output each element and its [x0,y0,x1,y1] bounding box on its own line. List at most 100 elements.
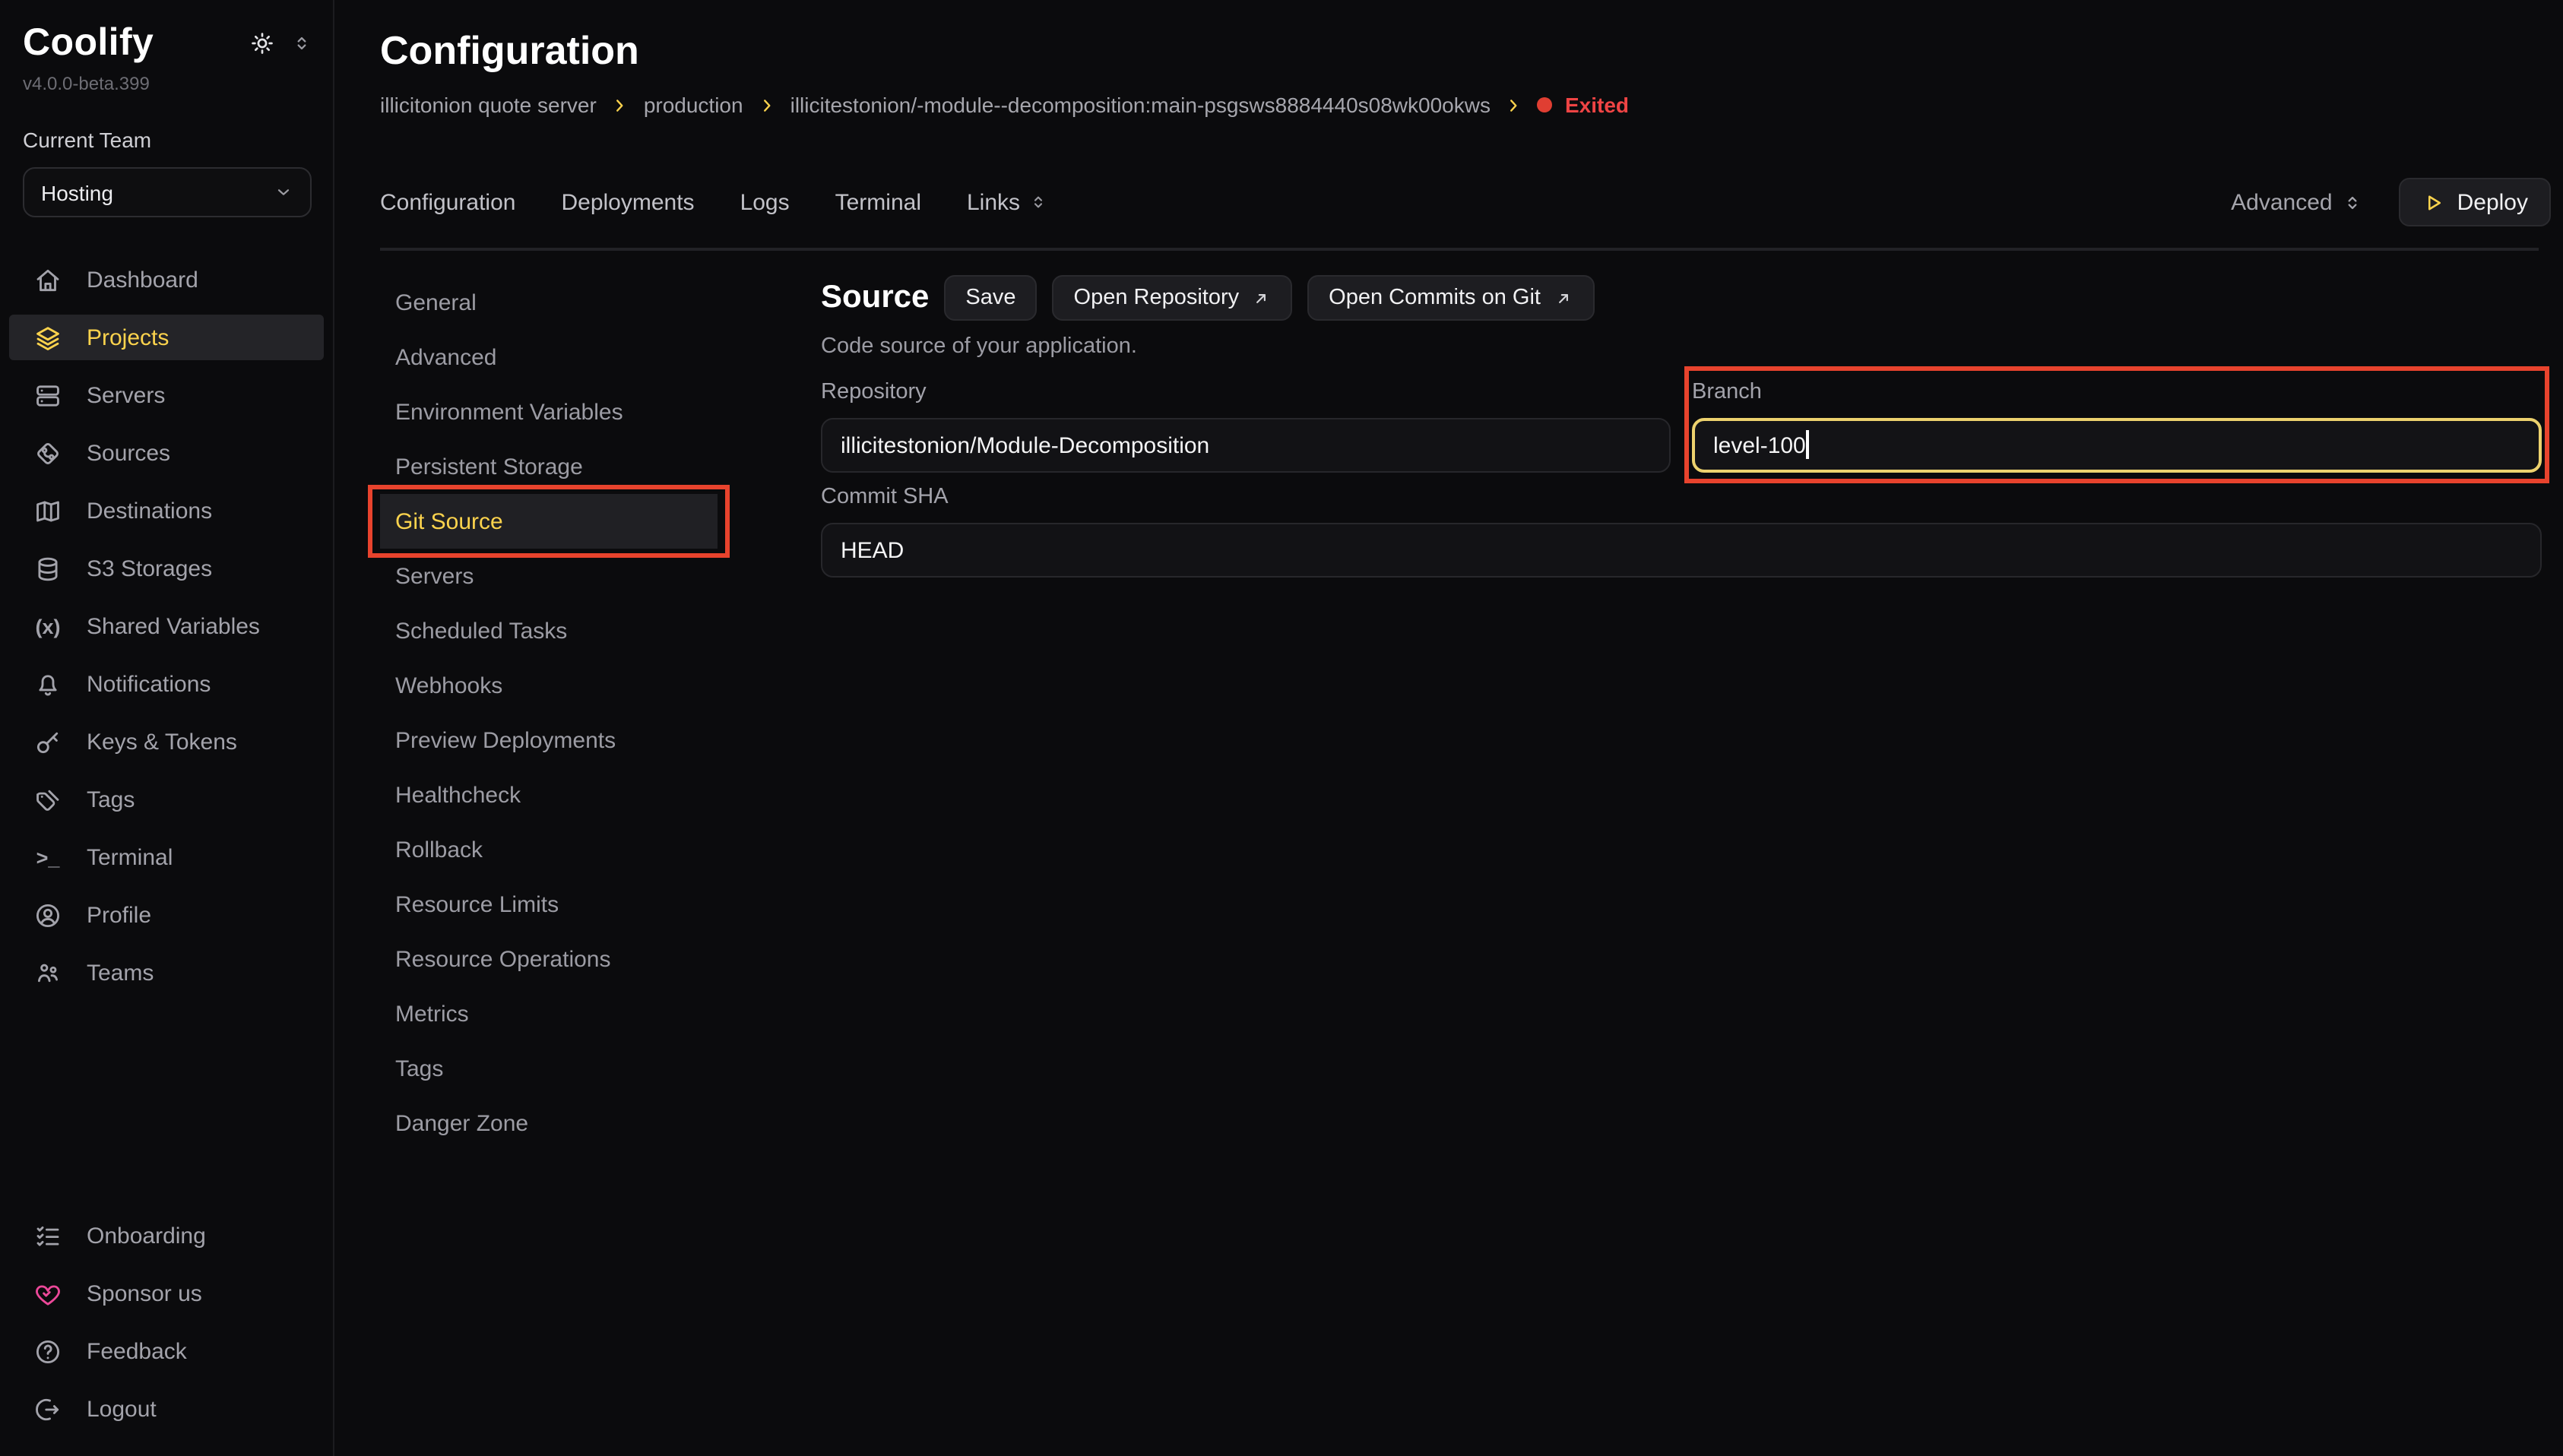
subnav-item-scheduled-tasks[interactable]: Scheduled Tasks [380,603,718,658]
sidebar-item-onboarding[interactable]: Onboarding [23,1213,312,1258]
sidebar-item-sources[interactable]: Sources [23,430,312,476]
coolify-app: Coolify v4.0.0-beta.399 Current Team Hos… [0,0,2563,1456]
sidebar-item-feedback[interactable]: Feedback [23,1328,312,1374]
subnav-item-label: General [395,290,477,315]
subnav-item-danger-zone[interactable]: Danger Zone [380,1096,718,1151]
sidebar-item-teams[interactable]: Teams [23,950,312,995]
sidebar-item-label: Projects [87,324,169,350]
sidebar-item-label: Profile [87,902,151,928]
tabs: Configuration Deployments Logs Terminal Link… [380,189,1047,215]
advanced-dropdown[interactable]: Advanced [2231,189,2362,215]
sidebar-item-label: Shared Variables [87,613,260,639]
key-icon [33,727,62,756]
open-commits-button[interactable]: Open Commits on Git [1307,275,1594,321]
teams-icon [33,958,62,987]
external-link-icon [1251,288,1271,308]
breadcrumb-item[interactable]: illicitestonion/-module--decomposition:m… [790,93,1491,117]
advanced-label: Advanced [2231,189,2332,215]
tab-logs[interactable]: Logs [740,189,790,215]
breadcrumb-item[interactable]: illicitonion quote server [380,93,597,117]
sidebar-item-notifications[interactable]: Notifications [23,661,312,707]
sidebar-item-logout[interactable]: Logout [23,1386,312,1432]
subnav-item-resource-operations[interactable]: Resource Operations [380,932,718,986]
source-panel: Source Save Open Repository Open Commits… [821,275,2551,1151]
theme-sun-icon[interactable] [249,30,275,56]
subnav-item-label: Metrics [395,1001,469,1027]
team-select[interactable]: Hosting [23,167,312,217]
subnav-item-servers[interactable]: Servers [380,549,718,603]
subnav-item-resource-limits[interactable]: Resource Limits [380,877,718,932]
layers-icon [33,323,62,352]
sidebar-item-label: Logout [87,1396,157,1422]
tab-label: Logs [740,189,790,215]
subnav-item-rollback[interactable]: Rollback [380,822,718,877]
sidebar-item-tags[interactable]: Tags [23,777,312,822]
subnav-item-label: Persistent Storage [395,454,583,480]
deploy-button[interactable]: Deploy [2400,178,2551,226]
subnav-item-preview-deployments[interactable]: Preview Deployments [380,713,718,768]
page-title: Configuration [380,27,2551,74]
sidebar-item-label: Teams [87,960,154,986]
save-button[interactable]: Save [944,275,1037,321]
commit-sha-input[interactable] [821,523,2542,578]
breadcrumb-chevron-icon [612,95,629,115]
subnav-item-git-source[interactable]: Git Source [380,494,718,549]
open-repository-button[interactable]: Open Repository [1053,275,1293,321]
subnav-item-environment-variables[interactable]: Environment Variables [380,385,718,439]
sidebar-item-dashboard[interactable]: Dashboard [23,257,312,302]
sidebar-item-keys-tokens[interactable]: Keys & Tokens [23,719,312,764]
sidebar-item-sponsor-us[interactable]: Sponsor us [23,1271,312,1316]
subnav-item-label: Environment Variables [395,399,623,425]
vars-icon: (x) [33,612,62,641]
sidebar-footer-menu: Onboarding Sponsor us Feedback Logout [23,1213,312,1450]
source-heading: Source [821,280,929,316]
subnav-item-label: Rollback [395,837,483,863]
repository-label: Repository [821,380,1671,404]
breadcrumb-item[interactable]: production [644,93,743,117]
tab-links[interactable]: Links [967,189,1047,215]
subnav-item-label: Git Source [395,508,503,534]
sidebar-collapse-icon[interactable] [292,32,312,55]
main-content: Configuration illicitonion quote server p… [334,0,2563,1456]
subnav-item-healthcheck[interactable]: Healthcheck [380,768,718,822]
tab-label: Links [967,189,1020,215]
branch-input[interactable] [1692,418,2542,473]
subnav-item-metrics[interactable]: Metrics [380,986,718,1041]
checklist-icon [33,1221,62,1250]
repository-input[interactable] [821,418,1671,473]
subnav-item-tags[interactable]: Tags [380,1041,718,1096]
bell-icon [33,669,62,698]
source-description: Code source of your application. [821,334,2542,359]
breadcrumb-chevron-icon [1506,95,1522,115]
sidebar-item-terminal[interactable]: >_Terminal [23,834,312,880]
app-logo: Coolify [23,21,154,65]
subnav-item-webhooks[interactable]: Webhooks [380,658,718,713]
sidebar-item-profile[interactable]: Profile [23,892,312,938]
subnav-item-advanced[interactable]: Advanced [380,330,718,385]
tab-deployments[interactable]: Deployments [561,189,694,215]
subnav-item-label: Danger Zone [395,1110,528,1136]
team-select-value: Hosting [41,180,113,204]
sidebar-item-projects[interactable]: Projects [9,315,324,360]
branch-field: Branch [1692,380,2542,473]
subnav-item-label: Preview Deployments [395,727,616,753]
tab-configuration[interactable]: Configuration [380,189,515,215]
sidebar-item-shared-variables[interactable]: (x) Shared Variables [23,603,312,649]
sidebar-item-destinations[interactable]: Destinations [23,488,312,533]
status-dot-icon [1538,97,1553,112]
sidebar-menu: Dashboard Projects Servers Sources Destinati… [23,257,312,1008]
sidebar-item-servers[interactable]: Servers [23,372,312,418]
subnav-item-general[interactable]: General [380,275,718,330]
sidebar-item-label: Keys & Tokens [87,729,237,755]
status-label: Exited [1565,93,1629,117]
sidebar-item-s3-storages[interactable]: S3 Storages [23,546,312,591]
subnav-item-persistent-storage[interactable]: Persistent Storage [380,439,718,494]
tab-terminal[interactable]: Terminal [835,189,921,215]
tags-icon [33,785,62,814]
subnav-item-label: Resource Limits [395,891,559,917]
app-version: v4.0.0-beta.399 [23,73,312,94]
chevron-down-icon [274,182,293,202]
subnav-item-label: Servers [395,563,474,589]
current-team-label: Current Team [23,128,312,152]
subnav-item-label: Healthcheck [395,782,521,808]
